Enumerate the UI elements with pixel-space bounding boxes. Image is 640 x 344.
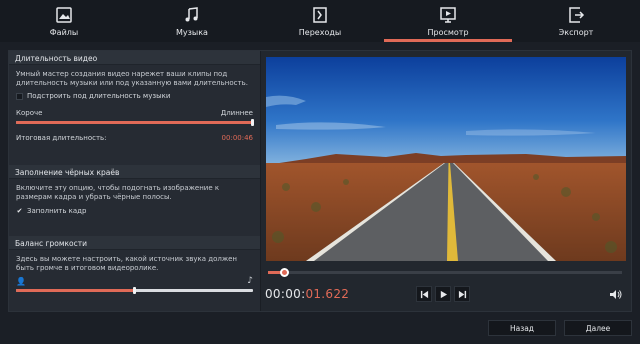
section-title-video-length: Длительность видео xyxy=(9,51,260,65)
music-note-icon: ♪ xyxy=(247,276,253,286)
volume-balance-section: Здесь вы можете настроить, какой источни… xyxy=(9,250,260,297)
timecode-current: 01.622 xyxy=(305,287,350,301)
black-bars-description: Включите эту опцию, чтобы подогнать изоб… xyxy=(16,184,220,201)
speaker-icon xyxy=(609,289,621,299)
timecode: 00:00:01.622 xyxy=(265,287,349,301)
music-note-icon xyxy=(185,7,198,22)
tab-transitions[interactable]: Переходы xyxy=(256,0,384,42)
main-tab-bar: Файлы Музыка Переходы Просмотр Экспорт xyxy=(0,0,640,42)
tab-label: Файлы xyxy=(49,28,79,37)
voice-icon: 👤 xyxy=(16,277,26,286)
next-button[interactable] xyxy=(454,286,470,302)
tab-label: Экспорт xyxy=(558,28,594,37)
desert-road-frame xyxy=(266,57,626,261)
playback-controls xyxy=(416,286,470,302)
duration-slider-thumb[interactable] xyxy=(251,119,254,126)
next-step-button[interactable]: Далее xyxy=(564,320,632,336)
back-button[interactable]: Назад xyxy=(488,320,556,336)
fill-frame-checkbox[interactable]: ✔ xyxy=(16,207,23,215)
fit-music-checkbox-row[interactable]: Подстроить под длительность музыки xyxy=(16,92,253,101)
timecode-prefix: 00:00: xyxy=(265,287,306,301)
previous-button[interactable] xyxy=(416,286,432,302)
section-title-black-bars: Заполнение чёрных краёв xyxy=(9,165,260,179)
fit-music-label: Подстроить под длительность музыки xyxy=(27,92,171,100)
fit-music-checkbox[interactable] xyxy=(16,93,23,100)
image-file-icon xyxy=(56,7,72,23)
playback-timeline[interactable] xyxy=(268,268,622,277)
tab-preview[interactable]: Просмотр xyxy=(384,0,512,42)
play-button[interactable] xyxy=(435,286,451,302)
duration-slider[interactable] xyxy=(16,119,254,126)
volume-balance-slider[interactable] xyxy=(16,287,253,294)
volume-balance-description: Здесь вы можете настроить, какой источни… xyxy=(16,255,238,272)
tab-export[interactable]: Экспорт xyxy=(512,0,640,42)
volume-button[interactable] xyxy=(607,286,623,302)
tab-label: Просмотр xyxy=(427,28,469,37)
black-bars-section: Включите эту опцию, чтобы подогнать изоб… xyxy=(9,179,260,236)
play-icon xyxy=(440,290,447,298)
export-icon xyxy=(569,7,585,23)
duration-slider-fill xyxy=(16,121,253,124)
fill-frame-label: Заполнить кадр xyxy=(27,207,87,215)
transition-icon xyxy=(313,7,327,23)
fill-frame-checkbox-row[interactable]: ✔ Заполнить кадр xyxy=(16,207,253,216)
volume-balance-slider-thumb[interactable] xyxy=(132,287,136,294)
section-title-volume-balance: Баланс громкости xyxy=(9,236,260,250)
total-duration-label: Итоговая длительность: xyxy=(16,134,107,142)
settings-panel: Длительность видео Умный мастер создания… xyxy=(9,51,261,311)
tab-files[interactable]: Файлы xyxy=(0,0,128,42)
video-length-section: Умный мастер создания видео нарежет ваши… xyxy=(9,65,260,165)
main-panel: Длительность видео Умный мастер создания… xyxy=(8,50,632,312)
skip-forward-icon xyxy=(458,290,466,298)
skip-back-icon xyxy=(420,290,428,298)
timeline-thumb[interactable] xyxy=(280,268,290,277)
volume-balance-slider-fill xyxy=(16,289,135,292)
tab-label: Музыка xyxy=(176,28,208,37)
longer-label: Длиннее xyxy=(220,109,253,117)
preview-icon xyxy=(440,7,456,23)
shorter-label: Короче xyxy=(16,109,43,117)
tab-music[interactable]: Музыка xyxy=(128,0,256,42)
total-duration-value: 00:00:46 xyxy=(221,134,253,142)
video-preview[interactable] xyxy=(266,57,626,261)
video-length-description: Умный мастер создания видео нарежет ваши… xyxy=(16,70,248,87)
tab-label: Переходы xyxy=(298,28,342,37)
